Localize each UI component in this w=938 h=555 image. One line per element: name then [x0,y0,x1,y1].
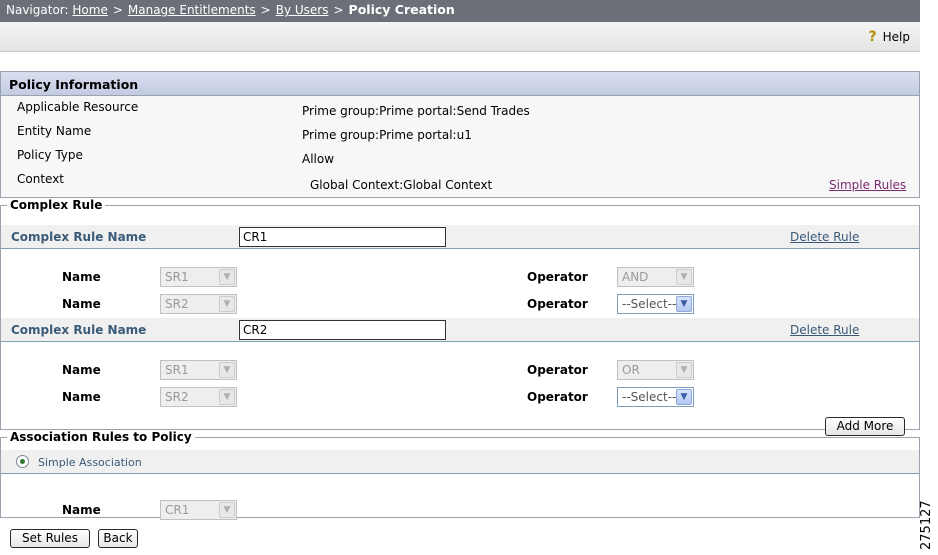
select-value: SR1 [165,363,189,377]
select-value: AND [622,270,649,284]
back-button[interactable]: Back [98,529,138,548]
rule-name-label: Name [62,363,101,377]
policy-information-title: Policy Information [1,72,919,96]
label-entity-name: Entity Name [17,124,92,138]
complex-rule-name-label: Complex Rule Name [11,323,147,337]
select-value: --Select-- [622,297,677,311]
breadcrumb-separator: > [112,3,123,17]
simple-association-label: Simple Association [38,456,142,469]
simple-association-option[interactable]: Simple Association [1,450,919,474]
operator-label: Operator [527,390,588,404]
help-button[interactable]: ? Help [869,29,910,45]
operator-select: AND ▼ [617,267,694,287]
complex-rule-legend: Complex Rule [10,198,103,212]
navigator-prefix: Navigator: [6,3,69,17]
value-context: Global Context:Global Context [310,178,493,192]
rule-name-select[interactable]: SR2 ▼ [160,294,237,314]
breadcrumb-manage-entitlements[interactable]: Manage Entitlements [128,3,256,17]
page-title: Policy Creation [348,2,455,17]
complex-rule-group: Complex Rule Complex Rule Name Delete Ru… [0,198,920,436]
chevron-down-icon: ▼ [219,296,235,312]
breadcrumb-home[interactable]: Home [72,3,107,17]
association-rules-legend: Association Rules to Policy [10,430,192,444]
chevron-down-icon: ▼ [219,362,235,378]
operator-label: Operator [527,297,588,311]
navigator-bar: Navigator: Home > Manage Entitlements > By U… [0,0,920,22]
complex-rule-header: Complex Rule Name Delete Rule [1,225,919,249]
delete-rule-link[interactable]: Delete Rule [790,230,859,244]
chevron-down-icon: ▼ [219,389,235,405]
select-value: SR2 [165,297,189,311]
set-rules-button[interactable]: Set Rules [10,529,90,548]
label-context: Context [17,172,65,186]
rule-name-label: Name [62,270,101,284]
simple-rules-link[interactable]: Simple Rules [829,178,906,192]
association-rules-group: Association Rules to Policy Simple Assoc… [0,430,920,520]
chevron-down-icon: ▼ [676,389,692,405]
select-value: SR2 [165,390,189,404]
association-name-label: Name [62,503,101,517]
rule-name-label: Name [62,390,101,404]
operator-label: Operator [527,363,588,377]
figure-id: 275127 [919,500,934,550]
chevron-down-icon: ▼ [219,269,235,285]
complex-rule-name-label: Complex Rule Name [11,230,147,244]
rule-name-select[interactable]: SR2 ▼ [160,387,237,407]
operator-select[interactable]: --Select-- ▼ [617,387,694,407]
complex-rule-header: Complex Rule Name Delete Rule [1,318,919,342]
association-name-select[interactable]: CR1 ▼ [160,500,237,520]
select-value: OR [622,363,640,377]
select-value: --Select-- [622,390,677,404]
value-applicable-resource: Prime group:Prime portal:Send Trades [302,104,530,118]
operator-select[interactable]: --Select-- ▼ [617,294,694,314]
help-icon: ? [868,29,877,45]
rule-name-select[interactable]: SR1 ▼ [160,360,237,380]
select-value: SR1 [165,270,189,284]
label-policy-type: Policy Type [17,148,83,162]
delete-rule-link[interactable]: Delete Rule [790,323,859,337]
chevron-down-icon: ▼ [676,269,692,285]
label-applicable-resource: Applicable Resource [17,100,139,114]
policy-information-panel: Policy Information Applicable Resource P… [0,71,920,198]
toolbar: ? Help [0,22,920,52]
rule-name-label: Name [62,297,101,311]
radio-selected-icon[interactable] [16,455,29,468]
chevron-down-icon: ▼ [676,296,692,312]
breadcrumb-separator: > [260,3,271,17]
breadcrumb-separator: > [333,3,344,17]
value-policy-type: Allow [302,152,335,166]
rule-name-select[interactable]: SR1 ▼ [160,267,237,287]
chevron-down-icon: ▼ [219,502,235,518]
chevron-down-icon: ▼ [676,362,692,378]
breadcrumb-by-users[interactable]: By Users [276,3,329,17]
operator-select: OR ▼ [617,360,694,380]
complex-rule-name-input[interactable] [239,227,446,247]
complex-rule-name-input[interactable] [239,320,446,340]
select-value: CR1 [165,503,190,517]
operator-label: Operator [527,270,588,284]
value-entity-name: Prime group:Prime portal:u1 [302,128,472,142]
help-label: Help [882,30,910,44]
